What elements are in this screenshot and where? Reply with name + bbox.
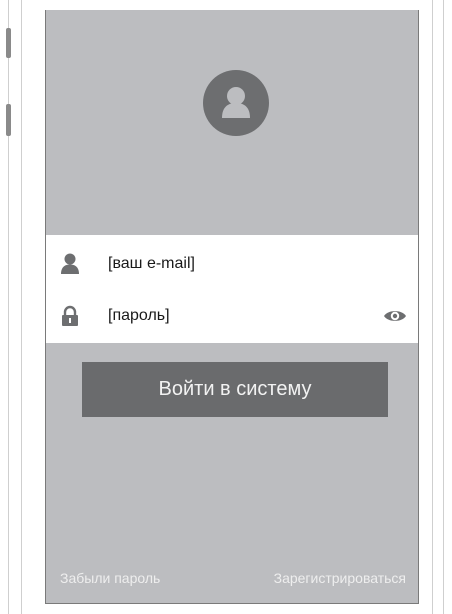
email-input[interactable]: [ваш e-mail] [108,255,195,273]
lock-icon [58,304,82,328]
phone-left-edge [8,0,22,614]
volume-down-button [6,104,11,136]
login-screen: [ваш e-mail] [пароль] Войти в систему За… [45,10,419,604]
login-form: [ваш e-mail] [пароль] [46,235,418,343]
email-field[interactable]: [ваш e-mail] [46,239,418,289]
user-avatar-icon [203,70,269,136]
phone-right-edge [432,0,444,614]
login-button[interactable]: Войти в систему [82,362,388,417]
phone-frame: [ваш e-mail] [пароль] Войти в систему За… [0,0,452,614]
forgot-password-link[interactable]: Забыли пароль [60,570,160,586]
password-field[interactable]: [пароль] [46,291,418,341]
user-icon [58,252,82,276]
register-link[interactable]: Зарегистрироваться [274,570,406,586]
password-input[interactable]: [пароль] [108,307,170,325]
volume-up-button [6,28,11,58]
eye-icon[interactable] [382,306,408,326]
